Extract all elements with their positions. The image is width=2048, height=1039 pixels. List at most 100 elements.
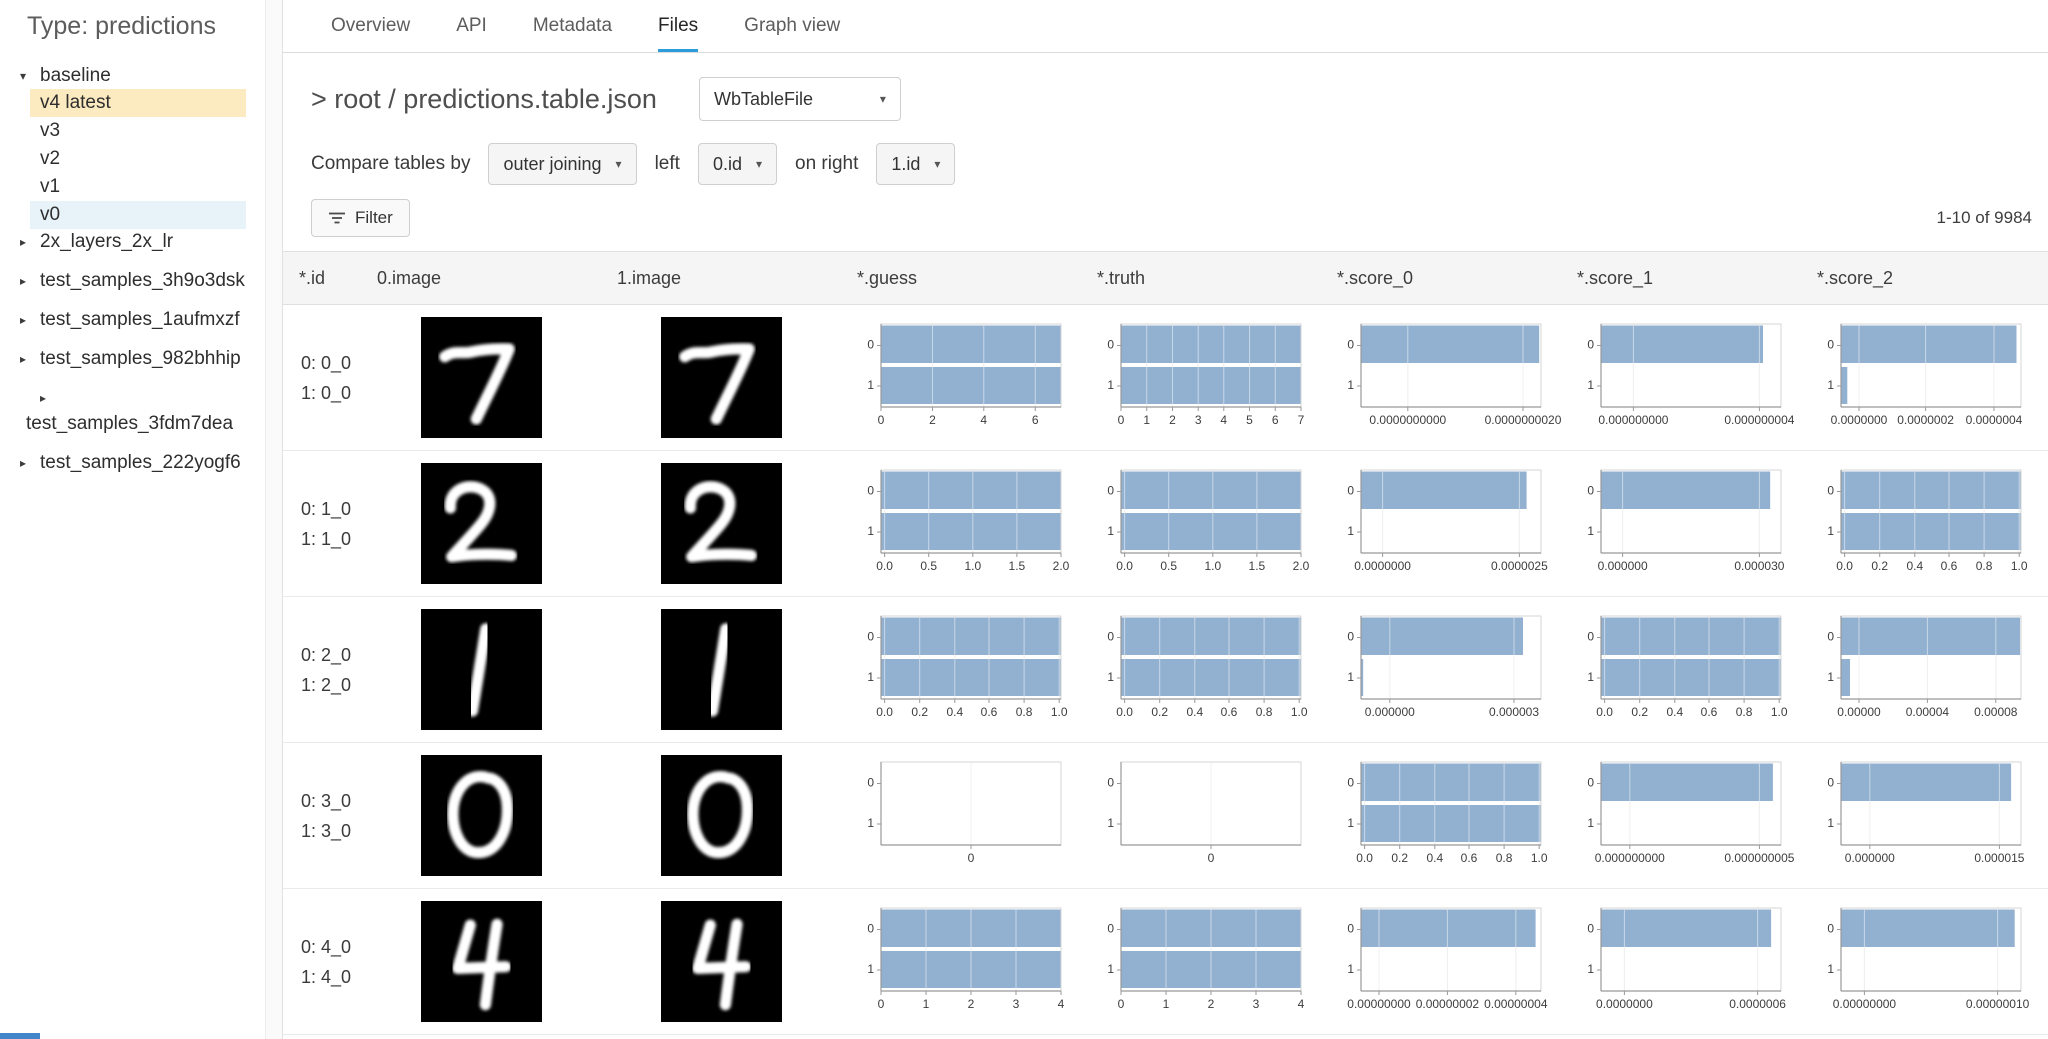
mnist-digit-image — [661, 901, 782, 1022]
filter-button[interactable]: Filter — [311, 199, 410, 237]
image-cell-1[interactable] — [601, 463, 841, 584]
svg-text:1: 1 — [867, 670, 874, 684]
svg-text:0.0000006: 0.0000006 — [1729, 997, 1786, 1011]
tab-files[interactable]: Files — [658, 0, 698, 52]
tab-api[interactable]: API — [456, 0, 487, 52]
chart-cell-truth[interactable]: 0101234567 — [1081, 319, 1321, 437]
table-row: 0: 1_01: 1_0 010.00.51.01.52.0010.00.51.0… — [283, 451, 2048, 597]
sidebar-item-v3[interactable]: v3 — [30, 117, 246, 145]
svg-text:0: 0 — [1587, 483, 1594, 497]
chart-cell-score-1[interactable]: 010.0000000000.000000004 — [1561, 319, 1801, 437]
svg-text:0.6: 0.6 — [1701, 705, 1718, 719]
image-cell-1[interactable] — [601, 901, 841, 1022]
chart-cell-score-2[interactable]: 010.000000.000040.00008 — [1801, 611, 2048, 729]
chart-cell-guess[interactable]: 010.00.20.40.60.81.0 — [841, 611, 1081, 729]
chevron-right-icon[interactable]: ▸ — [20, 450, 40, 476]
image-cell-0[interactable] — [361, 901, 601, 1022]
column-header-truth: *.truth — [1081, 268, 1321, 289]
row-id-cell[interactable]: 0: 3_01: 3_0 — [283, 786, 361, 846]
image-cell-1[interactable] — [601, 317, 841, 438]
breadcrumb[interactable]: > root / predictions.table.json — [311, 84, 657, 115]
row-id-cell[interactable]: 0: 0_01: 0_0 — [283, 348, 361, 408]
chart-cell-score-1[interactable]: 010.00.20.40.60.81.0 — [1561, 611, 1801, 729]
svg-text:1: 1 — [1587, 816, 1594, 830]
chart-cell-score-0[interactable]: 010.00000000.0000025 — [1321, 465, 1561, 583]
sidebar-item-v0[interactable]: v0 — [30, 201, 246, 229]
image-cell-0[interactable] — [361, 609, 601, 730]
row-id-value: 0: 0_0 — [301, 348, 361, 378]
svg-text:0: 0 — [968, 851, 975, 865]
sidebar-item-test-samples-222yogf6[interactable]: ▸test_samples_222yogf6 — [0, 450, 282, 476]
file-type-select[interactable]: WbTableFile ▾ — [699, 77, 901, 121]
svg-text:0.4: 0.4 — [1666, 705, 1683, 719]
svg-text:0: 0 — [1208, 851, 1215, 865]
sidebar-item-test-samples-3fdm7dea[interactable]: ▸test_samples_3fdm7dea — [0, 385, 282, 437]
chart-cell-score-1[interactable]: 010.00000000.0000006 — [1561, 903, 1801, 1021]
svg-text:0.00000002: 0.00000002 — [1416, 997, 1480, 1011]
chevron-right-icon[interactable]: ▸ — [20, 307, 40, 333]
chart-cell-score-2[interactable]: 010.0000000.000015 — [1801, 757, 2048, 875]
svg-text:0.00004: 0.00004 — [1906, 705, 1950, 719]
chart-cell-truth[interactable]: 010.00.51.01.52.0 — [1081, 465, 1321, 583]
right-key-select[interactable]: 1.id ▾ — [876, 143, 955, 185]
sidebar-scrollbar[interactable] — [265, 0, 282, 1039]
tab-graph-view[interactable]: Graph view — [744, 0, 840, 52]
chart-cell-score-2[interactable]: 010.000000000.00000010 — [1801, 903, 2048, 1021]
histogram-chart: 010.000000.000040.00008 — [1815, 611, 2027, 729]
image-cell-1[interactable] — [601, 755, 841, 876]
chart-cell-score-0[interactable]: 010.00000000000.0000000020 — [1321, 319, 1561, 437]
svg-text:1: 1 — [867, 524, 874, 538]
row-id-cell[interactable]: 0: 4_01: 4_0 — [283, 932, 361, 992]
sidebar-item-test-samples-1aufmxzf[interactable]: ▸test_samples_1aufmxzf — [0, 307, 282, 333]
image-cell-1[interactable] — [601, 609, 841, 730]
chevron-right-icon[interactable]: ▸ — [20, 346, 40, 372]
table-row: 0: 0_01: 0_00102460101234567010.00000000… — [283, 305, 2048, 451]
histogram-chart: 010.0000000.000003 — [1335, 611, 1547, 729]
row-id-cell[interactable]: 0: 2_01: 2_0 — [283, 640, 361, 700]
tab-metadata[interactable]: Metadata — [533, 0, 612, 52]
image-cell-0[interactable] — [361, 317, 601, 438]
chevron-right-icon[interactable]: ▸ — [40, 385, 60, 411]
row-id-cell[interactable]: 0: 1_01: 1_0 — [283, 494, 361, 554]
chart-cell-score-0[interactable]: 010.0000000.000003 — [1321, 611, 1561, 729]
chart-cell-guess[interactable]: 010246 — [841, 319, 1081, 437]
chevron-right-icon[interactable]: ▸ — [20, 268, 40, 294]
svg-text:1.0: 1.0 — [1204, 559, 1221, 573]
image-cell-0[interactable] — [361, 755, 601, 876]
image-cell-0[interactable] — [361, 463, 601, 584]
sidebar-item-test-samples-982bhhip[interactable]: ▸test_samples_982bhhip — [0, 346, 282, 372]
chart-cell-score-0[interactable]: 010.000000000.000000020.00000004 — [1321, 903, 1561, 1021]
chart-cell-guess[interactable]: 010 — [841, 757, 1081, 875]
chevron-right-icon[interactable]: ▸ — [20, 229, 40, 255]
chart-cell-truth[interactable]: 010 — [1081, 757, 1321, 875]
svg-text:0: 0 — [878, 997, 885, 1011]
sidebar-item-v2[interactable]: v2 — [30, 145, 246, 173]
chart-cell-score-1[interactable]: 010.0000000000.000000005 — [1561, 757, 1801, 875]
sidebar-item-baseline[interactable]: ▾baseline — [0, 63, 282, 89]
chart-cell-score-2[interactable]: 010.00.20.40.60.81.0 — [1801, 465, 2048, 583]
row-id-value: 1: 0_0 — [301, 378, 361, 408]
tab-overview[interactable]: Overview — [331, 0, 410, 52]
left-key-select[interactable]: 0.id ▾ — [698, 143, 777, 185]
chart-cell-guess[interactable]: 010.00.51.01.52.0 — [841, 465, 1081, 583]
chart-cell-score-2[interactable]: 010.00000000.00000020.0000004 — [1801, 319, 2048, 437]
sidebar-item-v4-latest[interactable]: v4 latest — [30, 89, 246, 117]
chart-cell-score-0[interactable]: 010.00.20.40.60.81.0 — [1321, 757, 1561, 875]
artifact-sidebar: Type: predictions ▾baselinev4 latestv3v2… — [0, 0, 282, 1039]
chevron-down-icon[interactable]: ▾ — [20, 63, 40, 89]
chart-cell-score-1[interactable]: 010.0000000.000030 — [1561, 465, 1801, 583]
sidebar-item-test-samples-3h9o3dsk[interactable]: ▸test_samples_3h9o3dsk — [0, 268, 282, 294]
sidebar-item-v1[interactable]: v1 — [30, 173, 246, 201]
chart-cell-truth[interactable]: 0101234 — [1081, 903, 1321, 1021]
column-header-0-image: 0.image — [361, 268, 601, 289]
svg-text:0.0000002: 0.0000002 — [1897, 413, 1954, 427]
sidebar-item-label: test_samples_222yogf6 — [40, 450, 241, 476]
sidebar-item-2x-layers-2x-lr[interactable]: ▸2x_layers_2x_lr — [0, 229, 282, 255]
chart-cell-truth[interactable]: 010.00.20.40.60.81.0 — [1081, 611, 1321, 729]
svg-text:2: 2 — [1208, 997, 1215, 1011]
svg-text:0.0: 0.0 — [876, 705, 893, 719]
join-type-select[interactable]: outer joining ▾ — [488, 143, 636, 185]
chart-cell-guess[interactable]: 0101234 — [841, 903, 1081, 1021]
svg-text:0.00000: 0.00000 — [1837, 705, 1881, 719]
svg-text:0.000000: 0.000000 — [1365, 705, 1415, 719]
